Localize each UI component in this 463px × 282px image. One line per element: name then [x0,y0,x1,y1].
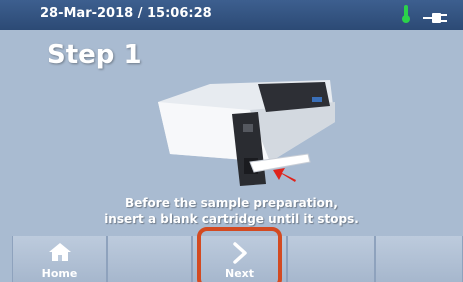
home-icon [48,243,71,261]
next-button-label: Next [224,267,255,280]
home-button-label: Home [41,267,78,280]
next-button[interactable]: Next [192,236,287,282]
home-button[interactable]: Home [12,236,107,282]
chevron-right-icon [232,242,247,264]
step-title: Step 1 [47,40,142,70]
power-plug-icon [423,9,449,28]
instruction-line-2: insert a blank cartridge until it stops. [104,212,359,226]
instruction-text: Before the sample preparation, insert a … [0,195,463,227]
nav-blank-button-1 [107,236,192,282]
analyzer-device-illustration [140,62,340,201]
nav-blank-button-3 [375,236,463,282]
nav-blank-button-2 [287,236,375,282]
instruction-line-1: Before the sample preparation, [125,196,338,210]
thermometer-icon [401,4,411,28]
device-screen: 28-Mar-2018 / 15:06:28 Step 1 Before the… [0,0,463,282]
status-bar: 28-Mar-2018 / 15:06:28 [0,0,463,30]
datetime-readout: 28-Mar-2018 / 15:06:28 [40,6,212,21]
